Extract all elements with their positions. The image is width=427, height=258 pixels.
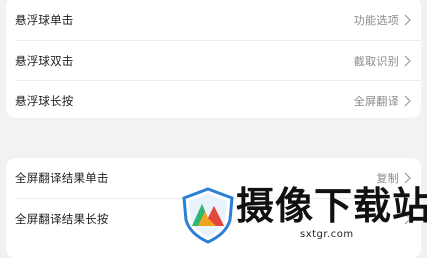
floating-ball-long-press-row[interactable]: 悬浮球长按 全屏翻译 bbox=[6, 81, 421, 118]
chevron-right-icon bbox=[404, 14, 411, 26]
row-label: 全屏翻译结果单击 bbox=[15, 171, 109, 185]
row-label: 悬浮球单击 bbox=[15, 13, 74, 27]
row-value: 全屏翻译 bbox=[353, 95, 399, 108]
watermark-url: sxtgr.com bbox=[300, 229, 354, 240]
chevron-right-icon bbox=[404, 95, 411, 107]
floating-ball-single-tap-row[interactable]: 悬浮球单击 功能选项 bbox=[6, 0, 421, 40]
row-value: 截取识别 bbox=[353, 55, 399, 68]
watermark: 摄像下载站 sxtgr.com bbox=[178, 180, 427, 247]
row-label: 全屏翻译结果长按 bbox=[15, 212, 109, 226]
chevron-right-icon bbox=[404, 55, 411, 67]
shield-logo-icon bbox=[182, 187, 234, 244]
floating-ball-double-tap-row[interactable]: 悬浮球双击 截取识别 bbox=[6, 41, 421, 81]
settings-card-floating-ball: 悬浮球单击 功能选项 悬浮球双击 截取识别 悬浮球长按 全屏翻译 bbox=[6, 0, 421, 118]
row-value: 功能选项 bbox=[353, 14, 399, 27]
row-label: 悬浮球长按 bbox=[15, 94, 74, 108]
row-label: 悬浮球双击 bbox=[15, 54, 74, 68]
watermark-text: 摄像下载站 bbox=[236, 183, 427, 228]
